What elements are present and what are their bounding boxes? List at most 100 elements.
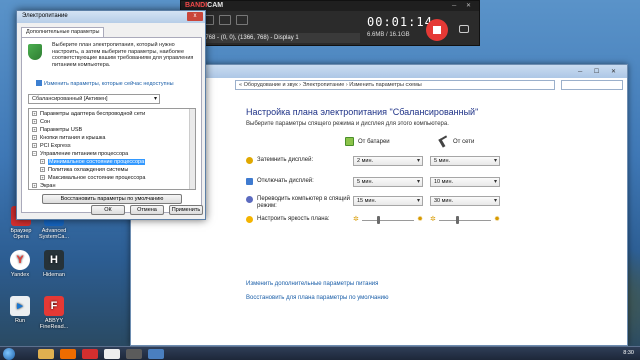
tree-item[interactable]: + Кнопки питания и крышка bbox=[32, 135, 105, 141]
stop-record-button[interactable] bbox=[426, 19, 448, 41]
desktop-icon-yandex[interactable]: Y Yandex bbox=[3, 250, 37, 278]
dialog-title: Электропитание bbox=[22, 13, 68, 19]
sleep-label: Переводить компьютер в спящий режим: bbox=[246, 196, 350, 210]
search-box[interactable] bbox=[561, 80, 623, 90]
bandicam-window-controls[interactable]: ─ ✕ bbox=[452, 2, 475, 9]
dialog-close-button[interactable]: x bbox=[187, 12, 203, 21]
tree-item[interactable]: + Минимальное состояние процессора bbox=[40, 159, 146, 165]
ac-column-label: От сети bbox=[453, 138, 475, 145]
advanced-settings-link[interactable]: Изменить дополнительные параметры питани… bbox=[246, 281, 378, 287]
tree-item[interactable]: + Политика охлаждения системы bbox=[40, 167, 128, 173]
desktop-icon-run[interactable]: ▸ Run bbox=[3, 296, 37, 324]
expand-icon[interactable]: + bbox=[40, 175, 45, 180]
tree-item[interactable]: + Максимальное состояние процессора bbox=[40, 175, 145, 181]
tree-item-label: Кнопки питания и крышка bbox=[40, 135, 106, 141]
dim-display-icon bbox=[246, 157, 253, 164]
window-controls[interactable]: ─ ☐ ✕ bbox=[578, 68, 621, 75]
screenshot-camera-icon[interactable] bbox=[459, 25, 469, 33]
cancel-button[interactable]: Отмена bbox=[130, 205, 164, 215]
turn-off-display-ac-select[interactable]: 10 мин. bbox=[430, 177, 500, 187]
tab-advanced-settings[interactable]: Дополнительные параметры bbox=[21, 27, 105, 37]
recording-size: 6.6MB / 16.1GB bbox=[367, 32, 410, 38]
tree-item[interactable]: + Параметры USB bbox=[32, 127, 82, 133]
tree-item[interactable]: + Экран bbox=[32, 183, 56, 189]
settings-tree[interactable]: + Параметры адаптера беспроводной сети + Со… bbox=[28, 108, 196, 190]
turn-off-display-battery-select[interactable]: 5 мин. bbox=[353, 177, 423, 187]
dim-sun-icon: ✲ bbox=[430, 216, 436, 223]
taskbar: 8:30 bbox=[0, 346, 640, 360]
desktop-icon-hideman[interactable]: H Hideman bbox=[37, 250, 71, 278]
slider-thumb[interactable] bbox=[376, 216, 380, 224]
dim-display-label: Затемнить дисплей: bbox=[246, 157, 313, 164]
expand-icon[interactable]: + bbox=[32, 119, 37, 124]
brightness-battery-slider[interactable]: ✲ ✹ bbox=[353, 215, 423, 225]
tree-item-label: Минимальное состояние процессора bbox=[48, 159, 146, 165]
battery-icon bbox=[345, 137, 354, 146]
tree-item[interactable]: + Сон bbox=[32, 119, 50, 125]
taskbar-explorer-icon[interactable] bbox=[38, 349, 54, 359]
desktop-icon-label: Браузер Opera bbox=[10, 228, 32, 240]
device-mode-icon[interactable] bbox=[236, 15, 248, 25]
desktop-icon-label: Yandex bbox=[10, 272, 30, 278]
abbyy-finereader-icon: F bbox=[44, 296, 64, 316]
restore-defaults-link[interactable]: Восстановить для плана параметры по умол… bbox=[246, 295, 389, 301]
battery-column-header: От батареи bbox=[345, 137, 390, 146]
desktop-icon-abbyy[interactable]: F ABBYY FineRead... bbox=[37, 296, 71, 330]
tree-item[interactable]: + Параметры адаптера беспроводной сети bbox=[32, 111, 145, 117]
change-link-text[interactable]: Изменить параметры, которые сейчас недос… bbox=[44, 81, 174, 87]
ac-column-header: От сети bbox=[438, 135, 475, 148]
taskbar-yandex-icon[interactable] bbox=[104, 349, 120, 359]
bandicam-brand-suffix: CAM bbox=[207, 2, 224, 9]
system-clock[interactable]: 8:30 bbox=[623, 350, 634, 356]
dim-display-ac-select[interactable]: 5 мин. bbox=[430, 156, 500, 166]
page-title: Настройка плана электропитания "Сбаланси… bbox=[246, 107, 479, 117]
dim-display-battery-select[interactable]: 2 мин. bbox=[353, 156, 423, 166]
desktop-icon-label: ABBYY FineRead... bbox=[39, 318, 69, 330]
turn-off-display-label: Отключать дисплей: bbox=[246, 178, 314, 185]
power-plan-icon bbox=[28, 44, 42, 60]
address-bar[interactable]: « Оборудование и звук › Электропитание ›… bbox=[235, 80, 555, 90]
advanced-settings-panel: Выберите план электропитания, который ну… bbox=[21, 37, 202, 213]
expand-icon[interactable]: + bbox=[40, 159, 45, 164]
brightness-label: Настроить яркость плана: bbox=[246, 216, 330, 223]
taskbar-browser-icon[interactable] bbox=[82, 349, 98, 359]
monitor-icon bbox=[246, 178, 253, 185]
dialog-titlebar[interactable]: Электропитание x bbox=[17, 11, 205, 23]
taskbar-media-icon[interactable] bbox=[60, 349, 76, 359]
taskbar-bandicam-icon[interactable] bbox=[126, 349, 142, 359]
collapse-icon[interactable]: − bbox=[32, 151, 37, 156]
tree-item-label: Параметры USB bbox=[40, 127, 83, 133]
taskbar-control-panel-icon[interactable] bbox=[148, 349, 164, 359]
apply-button[interactable]: Применить bbox=[169, 205, 203, 215]
start-button[interactable] bbox=[3, 348, 15, 360]
expand-icon[interactable]: + bbox=[40, 167, 45, 172]
sleep-moon-icon bbox=[246, 196, 253, 203]
bright-sun-icon: ✹ bbox=[417, 216, 423, 223]
expand-icon[interactable]: + bbox=[32, 183, 37, 188]
uac-shield-icon bbox=[36, 80, 42, 86]
bandicam-brand-prefix: BANDI bbox=[185, 2, 208, 9]
tree-item[interactable]: + PCI Express bbox=[32, 143, 71, 149]
sleep-battery-select[interactable]: 15 мин. bbox=[353, 196, 423, 206]
tree-item[interactable]: − Управление питанием процессора bbox=[32, 151, 128, 157]
dim-sun-icon: ✲ bbox=[353, 216, 359, 223]
game-mode-icon[interactable] bbox=[219, 15, 231, 25]
slider-thumb[interactable] bbox=[456, 216, 460, 224]
brightness-ac-slider[interactable]: ✲ ✹ bbox=[430, 215, 500, 225]
change-unavailable-settings-link[interactable]: Изменить параметры, которые сейчас недос… bbox=[36, 80, 174, 87]
power-plan-select[interactable]: Сбалансированный [Активен] bbox=[28, 94, 160, 104]
expand-icon[interactable]: + bbox=[32, 135, 37, 140]
desktop-icon-label: Run bbox=[14, 318, 26, 324]
hideman-icon: H bbox=[44, 250, 64, 270]
run-icon: ▸ bbox=[10, 296, 30, 316]
sleep-ac-select[interactable]: 30 мин. bbox=[430, 196, 500, 206]
expand-icon[interactable]: + bbox=[32, 127, 37, 132]
desktop-icon-label: Advanced SystemCa... bbox=[39, 228, 69, 240]
tree-scrollbar[interactable] bbox=[189, 109, 195, 189]
ok-button[interactable]: ОК bbox=[91, 205, 125, 215]
expand-icon[interactable]: + bbox=[32, 111, 37, 116]
restore-defaults-button[interactable]: Восстановить параметры по умолчанию bbox=[42, 194, 182, 204]
slider-track bbox=[439, 220, 491, 221]
expand-icon[interactable]: + bbox=[32, 143, 37, 148]
bandicam-titlebar bbox=[181, 1, 479, 11]
